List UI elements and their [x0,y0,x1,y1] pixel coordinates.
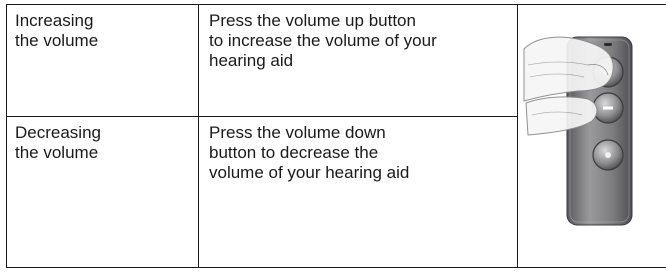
description-cell-decrease: Press the volume down button to decrease… [198,116,518,268]
table-row: Increasing the volume Press the volume u… [6,4,666,268]
action-cell-decrease: Decreasing the volume [6,116,199,268]
action-cell-increase: Increasing the volume [6,4,199,117]
description-cell-increase: Press the volume up button to increase t… [198,4,518,117]
instruction-table: Increasing the volume Press the volume u… [6,4,666,268]
remote-control-with-hand-illustration [523,36,633,226]
illustration-cell [517,4,666,268]
